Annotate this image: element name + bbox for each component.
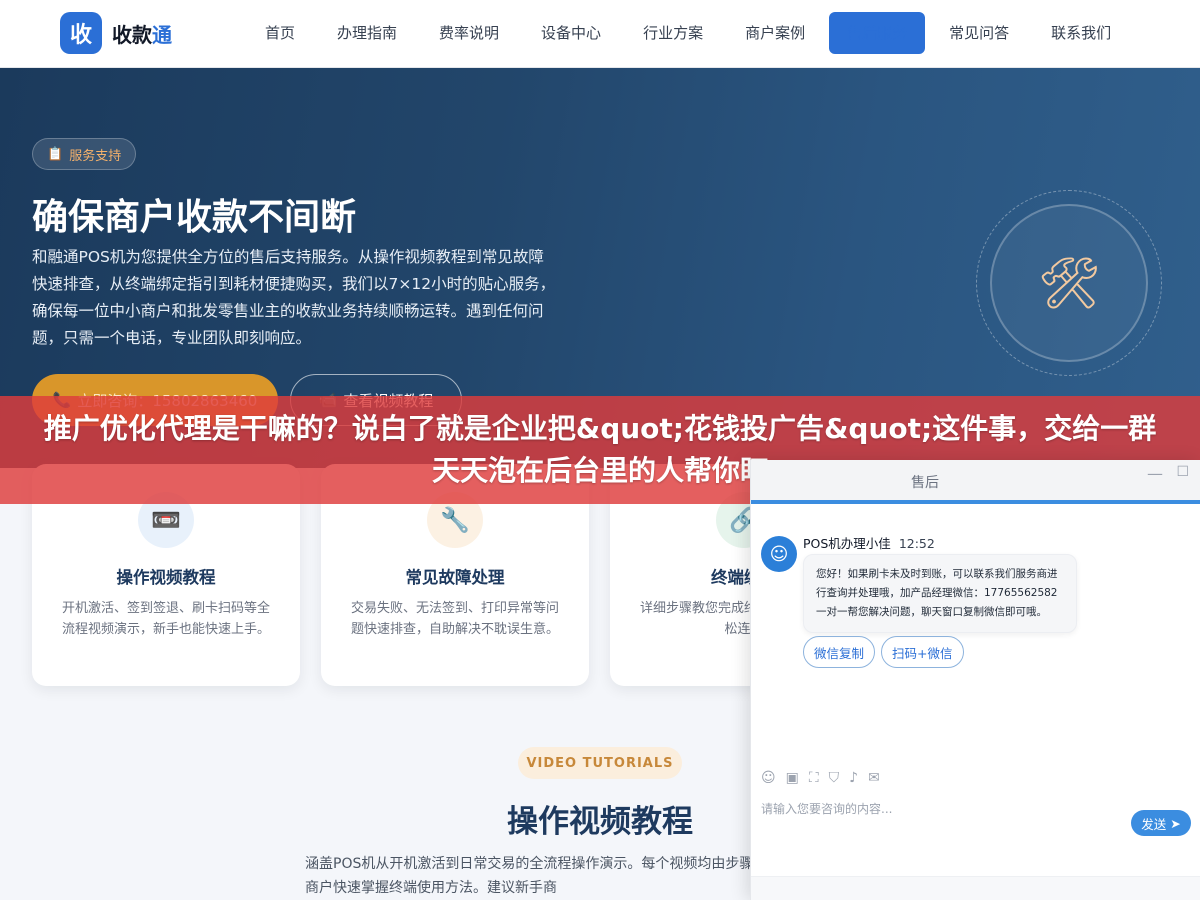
- send-icon: ➤: [1170, 815, 1181, 831]
- logo-mark: 收: [60, 12, 102, 54]
- card-title: 常见故障处理: [405, 568, 505, 587]
- chat-quick-actions: 微信复制 扫码+微信: [803, 636, 964, 668]
- shield-icon[interactable]: ⛉: [829, 770, 840, 786]
- nav-devices[interactable]: 设备中心: [520, 12, 622, 54]
- main-nav: 首页 办理指南 费率说明 设备中心 行业方案 商户案例 售后服务 常见问答 联系…: [244, 12, 1132, 54]
- chat-message: 您好！如果刷卡未及时到账，可以联系我们服务商进行查询并处理哦，加产品经理微信：1…: [803, 554, 1077, 633]
- nav-after-sales[interactable]: 售后服务: [829, 12, 926, 54]
- nav-industry[interactable]: 行业方案: [622, 12, 724, 54]
- chat-header: 售后 — ☐: [751, 460, 1200, 504]
- crop-icon[interactable]: ⛶: [809, 770, 819, 786]
- nav-cases[interactable]: 商户案例: [724, 12, 826, 54]
- video-tutorials-badge: VIDEO TUTORIALS: [518, 747, 682, 779]
- logo-text-highlight: 通: [152, 22, 172, 47]
- chat-message-meta: POS机办理小佳 12:52: [803, 533, 935, 552]
- logo-text-main: 收款: [112, 22, 152, 47]
- smile-icon[interactable]: ☺: [761, 770, 776, 786]
- logo[interactable]: 收 收款通: [60, 12, 172, 54]
- minimize-icon[interactable]: —: [1147, 464, 1163, 483]
- chat-window: 售后 — ☐ ☺ POS机办理小佳 12:52 您好！如果刷卡未及时到账，可以联系…: [750, 460, 1200, 900]
- maximize-icon[interactable]: ☐: [1176, 464, 1189, 480]
- chat-input[interactable]: 请输入您要咨询的内容...: [761, 800, 1121, 817]
- agent-avatar: ☺: [761, 536, 797, 572]
- message-time: 12:52: [898, 536, 935, 551]
- scan-wechat-button[interactable]: 扫码+微信: [881, 636, 964, 668]
- chat-title: 售后: [911, 475, 939, 491]
- site-header: 收 收款通 首页 办理指南 费率说明 设备中心 行业方案 商户案例 售后服务 常…: [0, 0, 1200, 68]
- service-badge-label: 服务支持: [69, 148, 122, 164]
- image-icon[interactable]: ▣: [786, 770, 799, 786]
- copy-wechat-button[interactable]: 微信复制: [803, 636, 876, 668]
- chat-icon[interactable]: ✉: [868, 770, 880, 786]
- nav-contact[interactable]: 联系我们: [1030, 12, 1132, 54]
- send-button[interactable]: 发送 ➤: [1131, 810, 1191, 836]
- tools-icon: 🛠: [990, 204, 1148, 362]
- clipboard-icon: 📋: [47, 146, 64, 162]
- service-badge: 📋 服务支持: [32, 138, 137, 170]
- nav-faq[interactable]: 常见问答: [928, 12, 1030, 54]
- logo-text: 收款通: [112, 19, 172, 48]
- chat-toolbar: ☺ ▣ ⛶ ⛉ ♪ ✉: [761, 770, 880, 786]
- card-title: 操作视频教程: [116, 568, 216, 587]
- nav-rates[interactable]: 费率说明: [418, 12, 520, 54]
- agent-name: POS机办理小佳: [803, 536, 891, 551]
- card-description: 开机激活、签到签退、刷卡扫码等全流程视频演示，新手也能快速上手。: [61, 601, 270, 637]
- send-button-label: 发送: [1141, 816, 1167, 832]
- nav-home[interactable]: 首页: [244, 12, 316, 54]
- hero-title: 确保商户收款不间断: [32, 197, 357, 238]
- nav-guide[interactable]: 办理指南: [316, 12, 418, 54]
- chat-footer: [751, 876, 1200, 900]
- card-description: 交易失败、无法签到、打印异常等问题快速排查，自助解决不耽误生意。: [350, 601, 559, 637]
- hero-description: 和融通POS机为您提供全方位的售后支持服务。从操作视频教程到常见故障快速排查，从…: [32, 248, 556, 347]
- audio-icon[interactable]: ♪: [849, 770, 858, 786]
